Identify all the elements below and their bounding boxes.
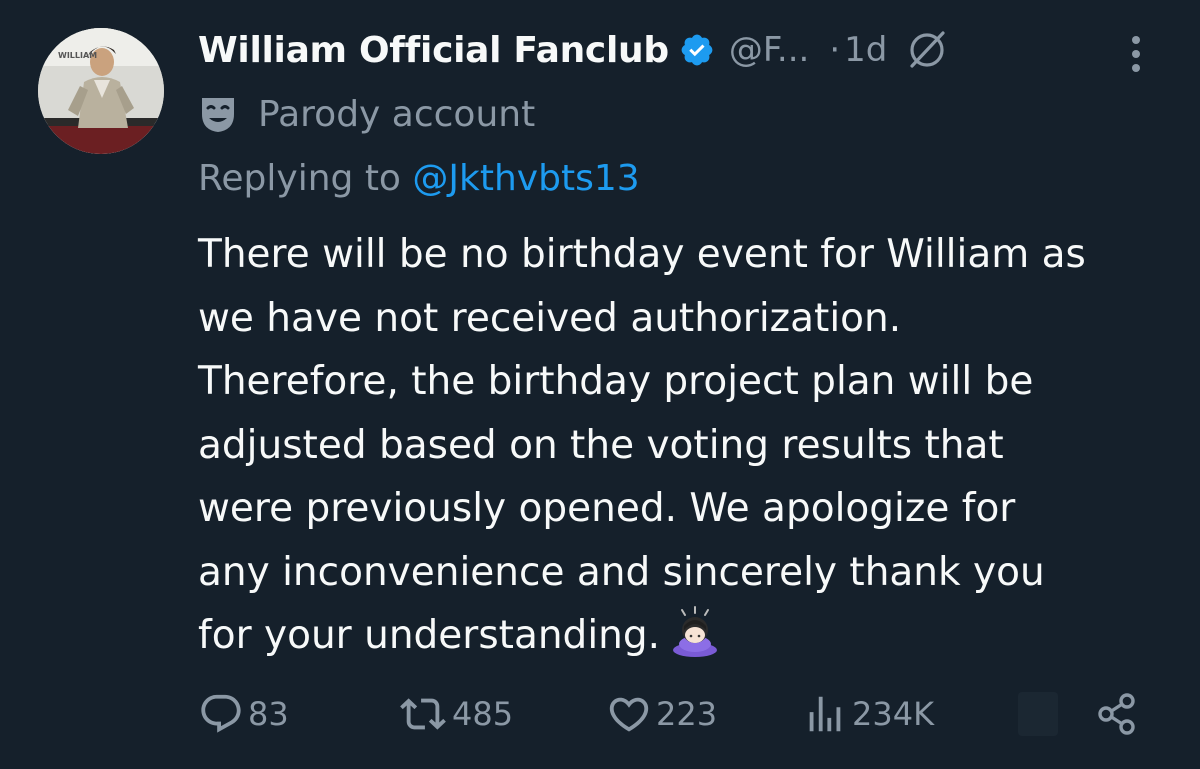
retweet-button[interactable]: 485: [398, 686, 513, 742]
tweet-header: William Official Fanclub @F... · 1d: [198, 22, 949, 78]
avatar[interactable]: WILLIAM: [38, 28, 164, 154]
views-chart-icon: [809, 696, 841, 732]
more-options-icon[interactable]: [1124, 32, 1148, 76]
parody-label-row: Parody account: [198, 86, 535, 142]
theater-mask-icon: [198, 94, 238, 134]
handle[interactable]: @F...: [729, 30, 810, 70]
views-count: 234K: [852, 695, 935, 733]
retweet-icon: [400, 698, 446, 730]
bowing-woman-emoji: [668, 604, 722, 658]
avatar-logo-text: WILLIAM: [58, 51, 97, 60]
tweet-text-line: There will be no birthday event for Will…: [198, 232, 1086, 277]
tweet-text-line: any inconvenience and sincerely thank yo…: [198, 549, 1045, 595]
verified-badge-icon[interactable]: [679, 32, 715, 68]
timestamp[interactable]: 1d: [844, 30, 887, 70]
separator-dot: ·: [829, 30, 841, 70]
like-count: 223: [656, 695, 718, 733]
tweet-actions: 83 485 223 234K: [198, 686, 1148, 742]
tweet-text-line-last: for your understanding.: [198, 604, 1188, 668]
reply-icon: [201, 694, 241, 733]
display-name[interactable]: William Official Fanclub: [198, 30, 669, 71]
share-icon: [1098, 693, 1135, 735]
bookmark-button[interactable]: [1018, 686, 1058, 742]
heart-icon: [609, 697, 649, 732]
views-button[interactable]: 234K: [802, 686, 934, 742]
reply-count: 83: [248, 695, 289, 733]
parody-account-label: Parody account: [258, 93, 536, 135]
replying-to-prefix: Replying to: [198, 158, 413, 199]
tweet-text-line: we have not received authorization.: [198, 295, 902, 341]
tweet-text: There will be no birthday event for Will…: [198, 223, 1188, 668]
tweet-text-line: were previously opened. We apologize for: [198, 486, 1016, 531]
reply-button[interactable]: 83: [198, 686, 289, 742]
reply-to-handle-link[interactable]: @Jkthvbts13: [412, 158, 639, 199]
tweet: WILLIAM William Official Fanclub @F... ·…: [0, 0, 1200, 769]
tweet-text-line: Therefore, the birthday project plan wil…: [198, 359, 1034, 404]
grok-icon[interactable]: [905, 28, 949, 72]
tweet-text-line: for your understanding.: [198, 613, 661, 658]
retweet-count: 485: [452, 695, 514, 733]
share-button[interactable]: [1094, 686, 1142, 742]
bookmark-icon: [1018, 692, 1058, 736]
replying-to: Replying to @Jkthvbts13: [198, 158, 640, 199]
like-button[interactable]: 223: [606, 686, 717, 742]
tweet-text-line: adjusted based on the voting results tha…: [198, 422, 1004, 468]
